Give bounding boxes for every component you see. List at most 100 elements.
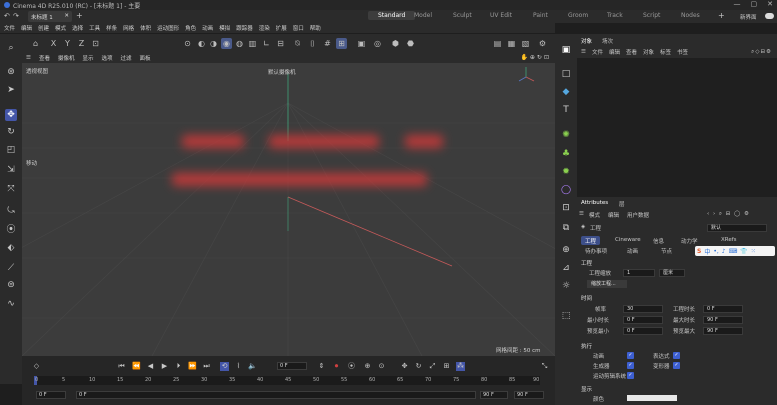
- preview-end-field[interactable]: 90 F: [480, 391, 508, 399]
- object-search-icons[interactable]: ⌕◇⊟⚙: [751, 49, 772, 56]
- grid-icon[interactable]: #: [322, 38, 333, 49]
- field-icon[interactable]: ⊡: [560, 202, 572, 214]
- render-settings-icon[interactable]: ⬣: [405, 38, 416, 49]
- viewport-menu-cameras[interactable]: 摄像机: [58, 54, 75, 62]
- quantize-icon[interactable]: ⌷: [307, 38, 318, 49]
- ime-mic-icon[interactable]: ♪: [722, 248, 726, 255]
- attributes-nav-icons[interactable]: ‹ › ⌕ ⊟ ◯ ⚙: [707, 211, 750, 218]
- effector-icon[interactable]: ✹: [560, 166, 572, 178]
- camera-icon[interactable]: ⊿: [560, 262, 572, 274]
- menu-render[interactable]: 渲染: [259, 24, 270, 32]
- viewport-menu-display[interactable]: 显示: [82, 54, 93, 62]
- layout-tab-script[interactable]: Script: [643, 12, 660, 19]
- tag-icon[interactable]: ⬚: [560, 310, 572, 322]
- deformer-icon[interactable]: ◯: [560, 184, 572, 196]
- layout-toggle[interactable]: [765, 13, 774, 19]
- render-region-icon[interactable]: ▤: [492, 38, 503, 49]
- viewport-menu-options[interactable]: 选项: [101, 54, 112, 62]
- edges-mode-icon[interactable]: ◐: [196, 38, 207, 49]
- minimize-button[interactable]: —: [734, 0, 741, 8]
- model-mode-icon[interactable]: ◉: [221, 38, 232, 49]
- viewport-solo-icon[interactable]: ▣: [356, 38, 367, 49]
- environment-icon[interactable]: ⊕: [560, 244, 572, 256]
- attributes-menu-mode[interactable]: 模式: [589, 211, 600, 219]
- menu-mesh[interactable]: 网格: [123, 24, 134, 32]
- coordinate-system-icon[interactable]: ⊡: [90, 38, 101, 49]
- cube-icon[interactable]: ◆: [560, 86, 572, 98]
- prev-key-button[interactable]: ⏪: [132, 362, 141, 371]
- menu-extensions[interactable]: 扩展: [276, 24, 287, 32]
- menu-mode[interactable]: 模式: [55, 24, 66, 32]
- document-tab[interactable]: 未标题 1 ✕: [28, 11, 72, 22]
- cube-primitive-icon[interactable]: ▣: [560, 44, 572, 56]
- menu-tracker[interactable]: 跟踪器: [236, 24, 253, 32]
- move-tool-icon[interactable]: ✥: [5, 109, 17, 121]
- exec-deformers-checkbox[interactable]: ✓: [673, 362, 680, 369]
- sculpt-tool-icon[interactable]: ∿: [5, 298, 17, 310]
- menu-tools[interactable]: 工具: [89, 24, 100, 32]
- display-color-swatch[interactable]: [627, 395, 677, 401]
- move-key-icon[interactable]: ✥: [400, 362, 409, 371]
- rotate-key-icon[interactable]: ↻: [414, 362, 423, 371]
- start-frame-field[interactable]: 0 F: [36, 391, 66, 399]
- layout-tab-uv-edit[interactable]: UV Edit: [490, 12, 512, 19]
- axis-x-button[interactable]: X: [48, 38, 59, 49]
- auto-key-button[interactable]: ⦿: [347, 362, 356, 371]
- attributes-menu-userdata[interactable]: 用户数据: [627, 211, 649, 219]
- viewport-menu-filter[interactable]: 过滤: [121, 54, 132, 62]
- ime-toolbar[interactable]: S 中 •, ♪ ⌨ 👕 ⁙: [695, 246, 775, 256]
- knife-tool-icon[interactable]: ⬖: [5, 242, 17, 254]
- layout-tab-track[interactable]: Track: [607, 12, 623, 19]
- attributes-tab-todo[interactable]: 待办事项: [585, 247, 607, 255]
- snap-icon[interactable]: ⊟: [275, 38, 286, 49]
- forward-icon[interactable]: ↷: [13, 12, 19, 20]
- axis-y-button[interactable]: Y: [62, 38, 73, 49]
- layout-tab-paint[interactable]: Paint: [533, 12, 548, 19]
- ime-skin-icon[interactable]: 👕: [740, 248, 747, 255]
- viewport-camera-label[interactable]: 默认摄像机: [268, 68, 296, 76]
- layout-tab-nodes[interactable]: Nodes: [681, 12, 700, 19]
- next-key-button[interactable]: ⏩: [188, 362, 197, 371]
- attributes-menu-icon[interactable]: ☰: [579, 211, 584, 217]
- render-view-icon[interactable]: ⬢: [390, 38, 401, 49]
- play-button[interactable]: ▶: [160, 362, 169, 371]
- rotate-tool-icon[interactable]: ↻: [5, 126, 17, 138]
- menu-spline[interactable]: 样条: [106, 24, 117, 32]
- text-icon[interactable]: T: [560, 104, 572, 116]
- exec-animation-checkbox[interactable]: ✓: [627, 352, 634, 359]
- min-time-field[interactable]: 0 F: [623, 316, 663, 324]
- object-menu-edit[interactable]: 编辑: [609, 48, 620, 56]
- menu-create[interactable]: 创建: [38, 24, 49, 32]
- object-menu-file[interactable]: 文件: [592, 48, 603, 56]
- transform-tool-icon[interactable]: ⇲: [5, 164, 17, 176]
- scene-icon[interactable]: ⧉: [560, 222, 572, 234]
- prev-frame-button[interactable]: ◀: [146, 362, 155, 371]
- new-layout-label[interactable]: 新界面: [740, 13, 757, 21]
- attributes-tab-animation[interactable]: 动画: [627, 247, 638, 255]
- polygons-mode-icon[interactable]: ◑: [208, 38, 219, 49]
- attributes-tab-cineware[interactable]: Cineware: [611, 236, 645, 245]
- render-settings-gear-icon[interactable]: ⚙: [537, 38, 548, 49]
- axis-mode-icon[interactable]: ∟: [261, 38, 272, 49]
- fps-field[interactable]: 30: [623, 305, 663, 313]
- preview-min-field[interactable]: 0 F: [623, 327, 663, 335]
- menu-help[interactable]: 帮助: [310, 24, 321, 32]
- end-frame-field[interactable]: 90 F: [514, 391, 544, 399]
- layout-tab-sculpt[interactable]: Sculpt: [453, 12, 472, 19]
- workplane-icon[interactable]: ▥: [247, 38, 258, 49]
- close-button[interactable]: ✕: [767, 0, 773, 8]
- grid-snap-icon[interactable]: ⊞: [336, 38, 347, 49]
- isolate-icon[interactable]: ◎: [372, 38, 383, 49]
- menu-mograph[interactable]: 运动图形: [157, 24, 179, 32]
- object-menu-bookmarks[interactable]: 书签: [677, 48, 688, 56]
- new-document-button[interactable]: +: [76, 11, 83, 20]
- record-button[interactable]: ⏺: [332, 362, 341, 371]
- tab-takes[interactable]: 场次: [602, 37, 613, 45]
- ime-chinese-mode[interactable]: 中: [704, 247, 710, 256]
- search-icon[interactable]: ⌕: [5, 42, 17, 54]
- spline-pen-icon[interactable]: ⤿: [5, 205, 17, 217]
- viewport-menu-panel[interactable]: 面板: [140, 54, 151, 62]
- axis-tool-icon[interactable]: ⤧: [5, 183, 17, 195]
- param-key-icon[interactable]: ⊞: [442, 362, 451, 371]
- tab-objects[interactable]: 对象: [581, 37, 592, 45]
